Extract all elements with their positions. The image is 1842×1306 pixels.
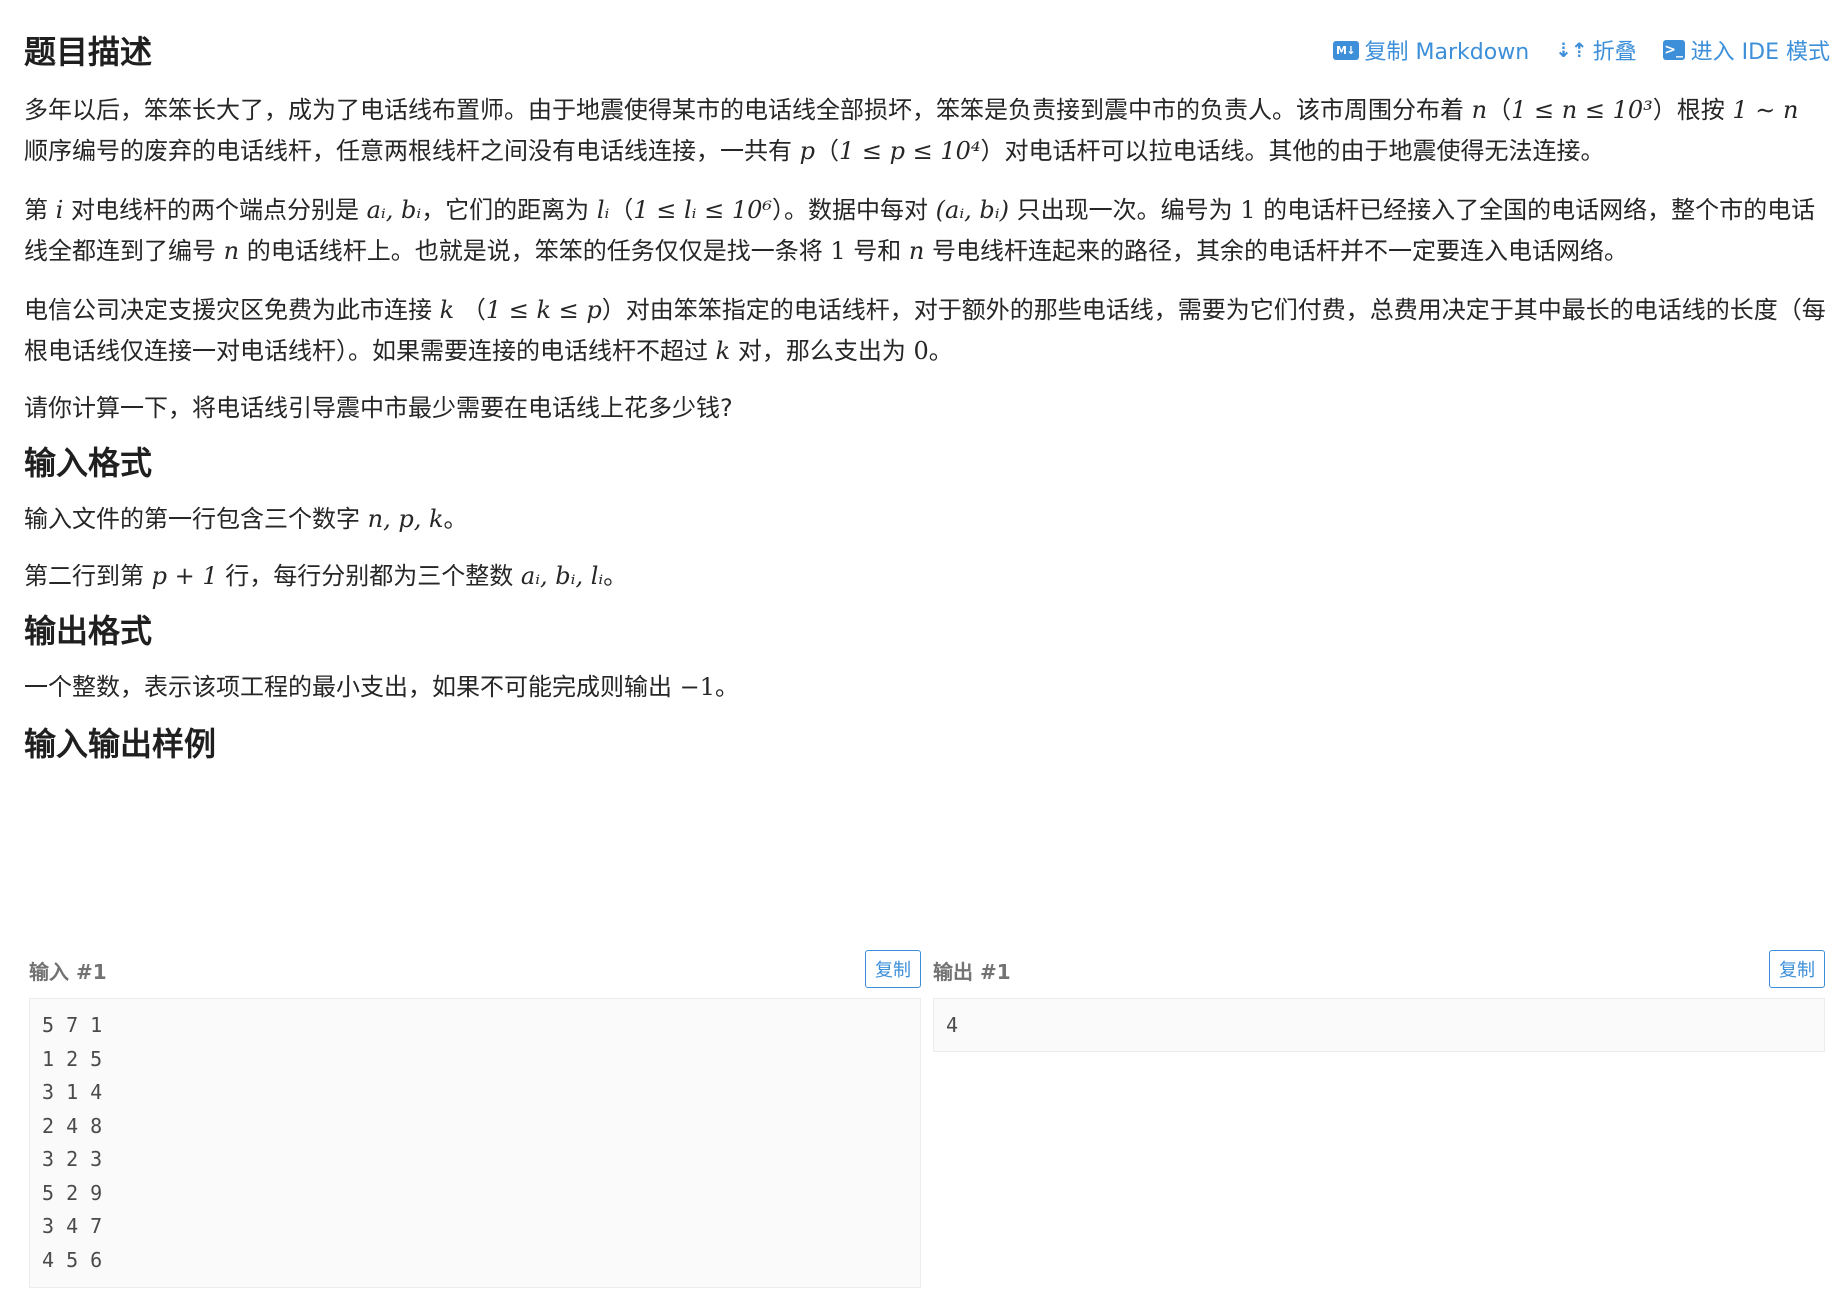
sample-input-box[interactable]: 5 7 1 1 2 5 3 1 4 2 4 8 3 2 3 5 2 9 3 4 7 4 5 6 <box>29 998 921 1288</box>
math-inline: lᵢ <box>596 196 610 224</box>
math-inline: 1 ≤ n ≤ 10³ <box>1511 96 1653 124</box>
text: 输入文件的第一行包含三个数字 <box>24 505 368 533</box>
section-title-description: 题目描述 <box>24 33 153 71</box>
math-inline: k <box>715 337 731 365</box>
text: （ <box>1487 96 1512 124</box>
math-inline: n <box>223 237 240 265</box>
text: 对，那么支出为 <box>730 337 914 365</box>
text: ）。数据中每对 <box>772 196 936 224</box>
text: 。 <box>603 562 628 590</box>
text: 只出现一次。编号为 <box>1008 196 1241 224</box>
sample-line: 5 2 9 <box>42 1180 103 1205</box>
math-inline: 0 <box>913 337 929 365</box>
text: 号和 <box>845 237 909 265</box>
section-title-samples: 输入输出样例 <box>24 725 217 763</box>
sample-line: 1 2 5 <box>42 1046 103 1071</box>
input-format-paragraph-1: 输入文件的第一行包含三个数字 n, p, k。 <box>24 499 1830 540</box>
text: 号电线杆连起来的路径，其余的电话杆并不一定要连入电话网络。 <box>924 237 1629 265</box>
math-inline: 1 ≤ lᵢ ≤ 10⁶ <box>633 196 773 224</box>
math-inline: 1 ≤ p ≤ 10⁴ <box>839 137 981 165</box>
copy-input-button[interactable]: 复制 <box>865 950 921 988</box>
output-format-paragraph-1: 一个整数，表示该项工程的最小支出，如果不可能完成则输出 −1。 <box>24 667 1830 708</box>
text: 电信公司决定支援灾区免费为此市连接 <box>24 296 440 324</box>
input-format-paragraph-2: 第二行到第 p + 1 行，每行分别都为三个整数 aᵢ, bᵢ, lᵢ。 <box>24 556 1830 597</box>
math-inline: p + 1 <box>151 562 218 590</box>
sample-output-header: 输出 #1 复制 <box>933 950 1825 990</box>
text: （ <box>815 137 840 165</box>
math-inline: 1 <box>830 237 846 265</box>
sample-input-column: 输入 #1 复制 5 7 1 1 2 5 3 1 4 2 4 8 3 2 3 5 2 9 3… <box>29 950 921 1288</box>
text: ）对电话杆可以拉电话线。其他的由于地震使得无法连接。 <box>980 137 1605 165</box>
section-title-output-format: 输出格式 <box>24 612 153 650</box>
text: 多年以后，笨笨长大了，成为了电话线布置师。由于地震使得某市的电话线全部损坏，笨笨… <box>24 96 1472 124</box>
sample-output-title: 输出 #1 <box>933 960 1011 984</box>
copy-output-button[interactable]: 复制 <box>1769 950 1825 988</box>
math-inline: n <box>1471 96 1488 124</box>
text: 。 <box>928 337 953 365</box>
sample-line: 3 2 3 <box>42 1147 103 1171</box>
text: 的电话线杆上。也就是说，笨笨的任务仅仅是找一条将 <box>239 237 831 265</box>
sample-output-column: 输出 #1 复制 4 <box>933 950 1825 1052</box>
math-inline: (aᵢ, bᵢ) <box>935 196 1009 224</box>
math-inline: 1 <box>1240 196 1256 224</box>
sample-input-header: 输入 #1 复制 <box>29 950 921 990</box>
text: 。 <box>443 505 468 533</box>
math-inline: p <box>799 137 816 165</box>
math-inline: n, p, k <box>367 505 444 533</box>
text: 第 <box>24 196 56 224</box>
problem-content: 题目描述 多年以后，笨笨长大了，成为了电话线布置师。由于地震使得某市的电话线全部… <box>24 26 1830 770</box>
math-inline: 1 ≤ k ≤ p <box>485 296 602 324</box>
sample-line: 4 5 6 <box>42 1247 103 1272</box>
text: 。 <box>715 673 740 701</box>
sample-line: 3 1 4 <box>42 1080 103 1104</box>
sample-line: 4 <box>946 1013 959 1037</box>
text: （ <box>454 296 486 324</box>
text: 一个整数，表示该项工程的最小支出，如果不可能完成则输出 <box>24 673 680 701</box>
problem-page: M↓ 复制 Markdown ⇣⇡ 折叠 >_ 进入 IDE 模式 题目描述 多… <box>0 0 1842 1306</box>
math-inline: aᵢ, bᵢ, lᵢ <box>520 562 604 590</box>
math-inline: aᵢ, bᵢ <box>366 196 422 224</box>
math-inline: 1 ∼ n <box>1732 96 1799 124</box>
text: 对电线杆的两个端点分别是 <box>63 196 367 224</box>
description-paragraph-2: 第 i 对电线杆的两个端点分别是 aᵢ, bᵢ，它们的距离为 lᵢ（1 ≤ lᵢ… <box>24 190 1830 272</box>
description-paragraph-4: 请你计算一下，将电话线引导震中市最少需要在电话线上花多少钱? <box>24 394 733 422</box>
sample-input-title: 输入 #1 <box>29 960 107 984</box>
sample-line: 5 7 1 <box>42 1013 103 1037</box>
math-inline: n <box>908 237 925 265</box>
sample-line: 2 4 8 <box>42 1113 103 1138</box>
text: ）根按 <box>1652 96 1733 124</box>
description-paragraph-1: 多年以后，笨笨长大了，成为了电话线布置师。由于地震使得某市的电话线全部损坏，笨笨… <box>24 90 1830 172</box>
text: 顺序编号的废弃的电话线杆，任意两根线杆之间没有电话线连接，一共有 <box>24 137 800 165</box>
description-paragraph-3: 电信公司决定支援灾区免费为此市连接 k （1 ≤ k ≤ p）对由笨笨指定的电话… <box>24 290 1830 372</box>
math-inline: k <box>439 296 455 324</box>
text: （ <box>609 196 634 224</box>
text: ，它们的距离为 <box>421 196 597 224</box>
section-title-input-format: 输入格式 <box>24 444 153 482</box>
text: 第二行到第 <box>24 562 152 590</box>
math-inline: −1 <box>679 673 716 701</box>
sample-output-box[interactable]: 4 <box>933 998 1825 1052</box>
text: 行，每行分别都为三个整数 <box>217 562 521 590</box>
sample-line: 3 4 7 <box>42 1214 103 1238</box>
